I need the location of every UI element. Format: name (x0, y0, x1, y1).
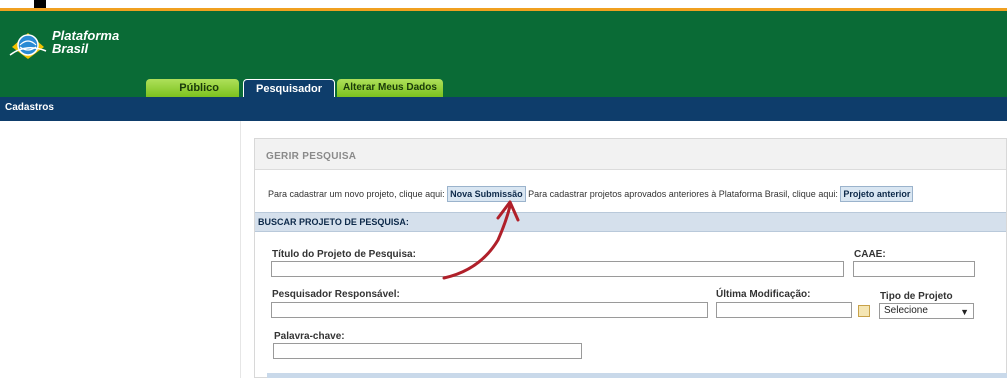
info-text-previous: Para cadastrar projetos aprovados anteri… (528, 189, 838, 199)
caae-label: CAAE: (854, 249, 886, 260)
tipo-projeto-select[interactable]: Selecione ▼ (879, 303, 974, 319)
panel-title-bar: GERIR PESQUISA (255, 139, 1006, 170)
tab-pesquisador[interactable]: Pesquisador (243, 79, 335, 97)
plataforma-brasil-logo[interactable]: Plataforma Brasil (8, 25, 148, 73)
tab-alterar-meus-dados[interactable]: Alterar Meus Dados (337, 79, 443, 97)
info-text-new: Para cadastrar um novo projeto, clique a… (268, 189, 445, 199)
buscar-projeto-section-header: BUSCAR PROJETO DE PESQUISA: (255, 212, 1006, 232)
annotation-arrow-icon (442, 200, 520, 280)
tipo-projeto-selected: Selecione (884, 305, 928, 316)
tab-publico[interactable]: Público (146, 79, 239, 97)
panel-title: GERIR PESQUISA (266, 151, 357, 162)
results-header-bar (267, 373, 1007, 378)
top-mark (34, 0, 46, 8)
pesquisador-input[interactable] (271, 302, 708, 318)
nav-bar: Cadastros (0, 97, 1007, 121)
titulo-input[interactable] (271, 261, 844, 277)
calendar-icon[interactable] (858, 305, 870, 317)
titulo-label: Título do Projeto de Pesquisa: (272, 249, 416, 260)
sidebar-divider (240, 121, 241, 378)
top-strip (0, 0, 1007, 8)
left-sidebar (0, 121, 240, 378)
brand-name: Plataforma Brasil (52, 29, 119, 55)
submission-info-line: Para cadastrar um novo projeto, clique a… (268, 186, 914, 202)
chevron-down-icon: ▼ (960, 307, 969, 317)
section-title: BUSCAR PROJETO DE PESQUISA: (258, 217, 409, 227)
pesquisador-label: Pesquisador Responsável: (272, 289, 400, 300)
gerir-pesquisa-panel: GERIR PESQUISA Para cadastrar um novo pr… (254, 138, 1007, 378)
ultima-modificacao-input[interactable] (716, 302, 852, 318)
header-banner: Plataforma Brasil Público Pesquisador Al… (0, 11, 1007, 97)
palavra-chave-label: Palavra-chave: (274, 331, 345, 342)
palavra-chave-input[interactable] (273, 343, 582, 359)
caae-input[interactable] (853, 261, 975, 277)
tipo-projeto-label: Tipo de Projeto (880, 291, 953, 302)
brand-line-2: Brasil (52, 41, 89, 56)
ultima-modificacao-label: Última Modificação: (716, 289, 811, 300)
projeto-anterior-button[interactable]: Projeto anterior (840, 186, 914, 202)
globe-logo-icon (9, 33, 47, 59)
nav-item-cadastros[interactable]: Cadastros (5, 102, 54, 113)
